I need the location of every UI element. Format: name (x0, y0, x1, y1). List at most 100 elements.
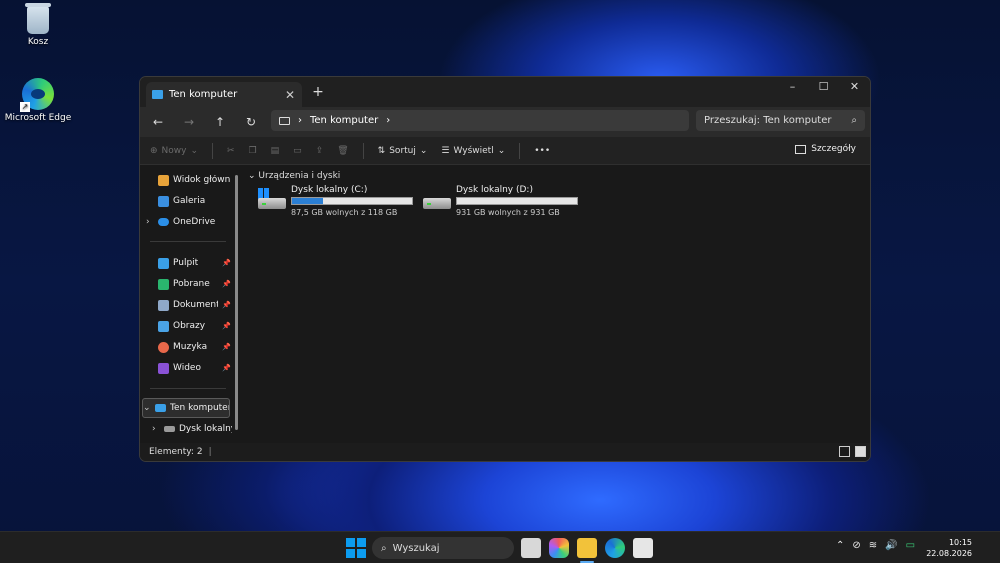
sidebar-scrollbar[interactable] (235, 175, 238, 430)
desktop-icon-label: Microsoft Edge (4, 113, 72, 123)
details-button-label: Szczegóły (811, 144, 856, 154)
maximize-button[interactable]: ☐ (808, 77, 839, 99)
video-icon (158, 362, 169, 374)
minimize-button[interactable]: – (777, 77, 808, 99)
sidebar-item-local-disk[interactable]: › Dysk lokalny (C (152, 419, 232, 439)
tiles-view-icon[interactable] (855, 446, 866, 457)
start-button[interactable] (346, 538, 366, 558)
drive-icon (423, 188, 451, 210)
sidebar-item-label: Muzyka (173, 342, 208, 352)
desktop-icon-edge[interactable]: ↗ Microsoft Edge (0, 78, 76, 123)
up-button[interactable]: ↑ (209, 112, 231, 132)
task-view-icon[interactable] (521, 538, 541, 558)
sidebar-item-label: Obrazy (173, 321, 206, 331)
pin-icon[interactable]: 📌 (222, 322, 231, 330)
sort-button[interactable]: ⇅ Sortuj ⌄ (378, 146, 428, 156)
more-options-button[interactable]: ••• (534, 146, 550, 156)
clock[interactable]: 10:15 22.08.2026 (926, 537, 972, 559)
sidebar-item-music[interactable]: Muzyka 📌 (146, 337, 231, 357)
copilot-icon[interactable] (549, 538, 569, 558)
download-icon (158, 278, 169, 290)
group-header[interactable]: ⌄ Urządzenia i dyski (248, 171, 340, 181)
chevron-right-icon[interactable]: › (386, 115, 390, 126)
new-button[interactable]: ⊕ Nowy ⌄ (150, 146, 198, 156)
drive-free-space: 931 GB wolnych z 931 GB (456, 208, 560, 217)
copy-icon[interactable]: ❐ (249, 146, 257, 156)
chevron-down-icon: ⌄ (419, 145, 428, 156)
desktop-icon-recycle-bin[interactable]: Kosz (0, 3, 76, 47)
search-input[interactable]: Przeszukaj: Ten komputer ⌕ (696, 110, 865, 131)
taskbar-search[interactable]: ⌕ Wyszukaj (372, 537, 514, 559)
sidebar-item-label: Dysk lokalny (C (179, 424, 232, 434)
chevron-down-icon[interactable]: ⌄ (143, 403, 151, 413)
sidebar-item-label: Wideo (173, 363, 201, 373)
details-pane-icon (795, 144, 807, 154)
chevron-down-icon: ⌄ (190, 145, 199, 156)
view-button[interactable]: ☰ Wyświetl ⌄ (441, 146, 505, 156)
rename-icon[interactable]: ▭ (293, 146, 302, 156)
wifi-icon[interactable]: ≋ (869, 540, 877, 551)
drive-free-space: 87,5 GB wolnych z 118 GB (291, 208, 398, 217)
cut-icon[interactable]: ✂ (227, 146, 235, 156)
forward-button[interactable]: → (178, 112, 200, 132)
battery-icon[interactable]: ▭ (906, 540, 915, 551)
sidebar-item-videos[interactable]: Wideo 📌 (146, 358, 231, 378)
sort-button-label: Sortuj (389, 145, 416, 156)
sort-icon: ⇅ (377, 145, 386, 156)
drive-c[interactable]: Dysk lokalny (C:) 87,5 GB wolnych z 118 … (258, 185, 418, 219)
edge-icon: ↗ (20, 78, 54, 112)
chevron-up-icon[interactable]: ⌃ (836, 540, 844, 551)
volume-icon[interactable]: 🔊 (885, 540, 897, 551)
details-button[interactable]: Szczegóły (795, 144, 856, 154)
network-off-icon[interactable]: ⊘ (852, 540, 860, 551)
sidebar-item-this-pc[interactable]: ⌄ Ten komputer (142, 398, 230, 418)
search-icon: ⌕ (851, 115, 857, 126)
drive-name: Dysk lokalny (D:) (456, 185, 533, 195)
sidebar-item-downloads[interactable]: Pobrane 📌 (146, 274, 231, 294)
sidebar-item-home[interactable]: Widok główny (146, 170, 230, 190)
pin-icon[interactable]: 📌 (222, 301, 231, 309)
drive-d[interactable]: Dysk lokalny (D:) 931 GB wolnych z 931 G… (423, 185, 583, 219)
sidebar-item-label: Dokumenty (173, 300, 218, 310)
gallery-icon (158, 195, 169, 207)
delete-icon[interactable]: 🗑 (337, 146, 348, 156)
details-view-icon[interactable] (839, 446, 850, 457)
paste-icon[interactable]: ▤ (271, 146, 280, 156)
sidebar-item-onedrive[interactable]: › OneDrive (146, 212, 230, 232)
document-icon (158, 299, 169, 311)
picture-icon (158, 320, 169, 332)
address-bar-row: ← → ↑ ↻ › Ten komputer › Przeszukaj: Ten… (140, 107, 870, 137)
address-field[interactable]: › Ten komputer › (271, 110, 689, 131)
new-tab-button[interactable]: + (310, 83, 326, 101)
file-explorer-window: Ten komputer ✕ + – ☐ ✕ ← → ↑ ↻ › Ten kom… (139, 76, 871, 462)
drive-icon (258, 188, 286, 210)
pin-icon[interactable]: 📌 (222, 364, 231, 372)
command-bar: ⊕ Nowy ⌄ ✂ ❐ ▤ ▭ ⇪ 🗑 ⇅ Sortuj ⌄ ☰ Wyświetl ⌄ •… (140, 137, 870, 165)
chevron-right-icon[interactable]: › (146, 217, 154, 227)
file-explorer-icon[interactable] (577, 538, 597, 558)
pin-icon[interactable]: 📌 (222, 343, 231, 351)
plus-circle-icon: ⊕ (150, 145, 158, 156)
store-icon[interactable] (633, 538, 653, 558)
monitor-icon (155, 404, 166, 412)
sidebar-item-documents[interactable]: Dokumenty 📌 (146, 295, 231, 315)
sidebar-item-desktop[interactable]: Pulpit 📌 (146, 253, 231, 273)
edge-icon[interactable] (605, 538, 625, 558)
monitor-icon (279, 116, 290, 125)
share-icon[interactable]: ⇪ (316, 146, 324, 156)
close-button[interactable]: ✕ (839, 77, 870, 99)
sidebar-item-gallery[interactable]: Galeria (146, 191, 230, 211)
back-button[interactable]: ← (147, 112, 169, 132)
pin-icon[interactable]: 📌 (222, 259, 231, 267)
refresh-button[interactable]: ↻ (240, 112, 262, 132)
desktop-icon-label: Kosz (27, 37, 49, 47)
desktop-folder-icon (158, 257, 169, 269)
chevron-right-icon[interactable]: › (152, 424, 160, 434)
sidebar-divider (150, 388, 226, 389)
sidebar-item-pictures[interactable]: Obrazy 📌 (146, 316, 231, 336)
tab-this-pc[interactable]: Ten komputer ✕ (146, 82, 302, 107)
sidebar-item-label: OneDrive (173, 217, 216, 227)
close-tab-icon[interactable]: ✕ (284, 88, 296, 102)
pin-icon[interactable]: 📌 (222, 280, 231, 288)
breadcrumb-this-pc[interactable]: Ten komputer (310, 115, 378, 126)
